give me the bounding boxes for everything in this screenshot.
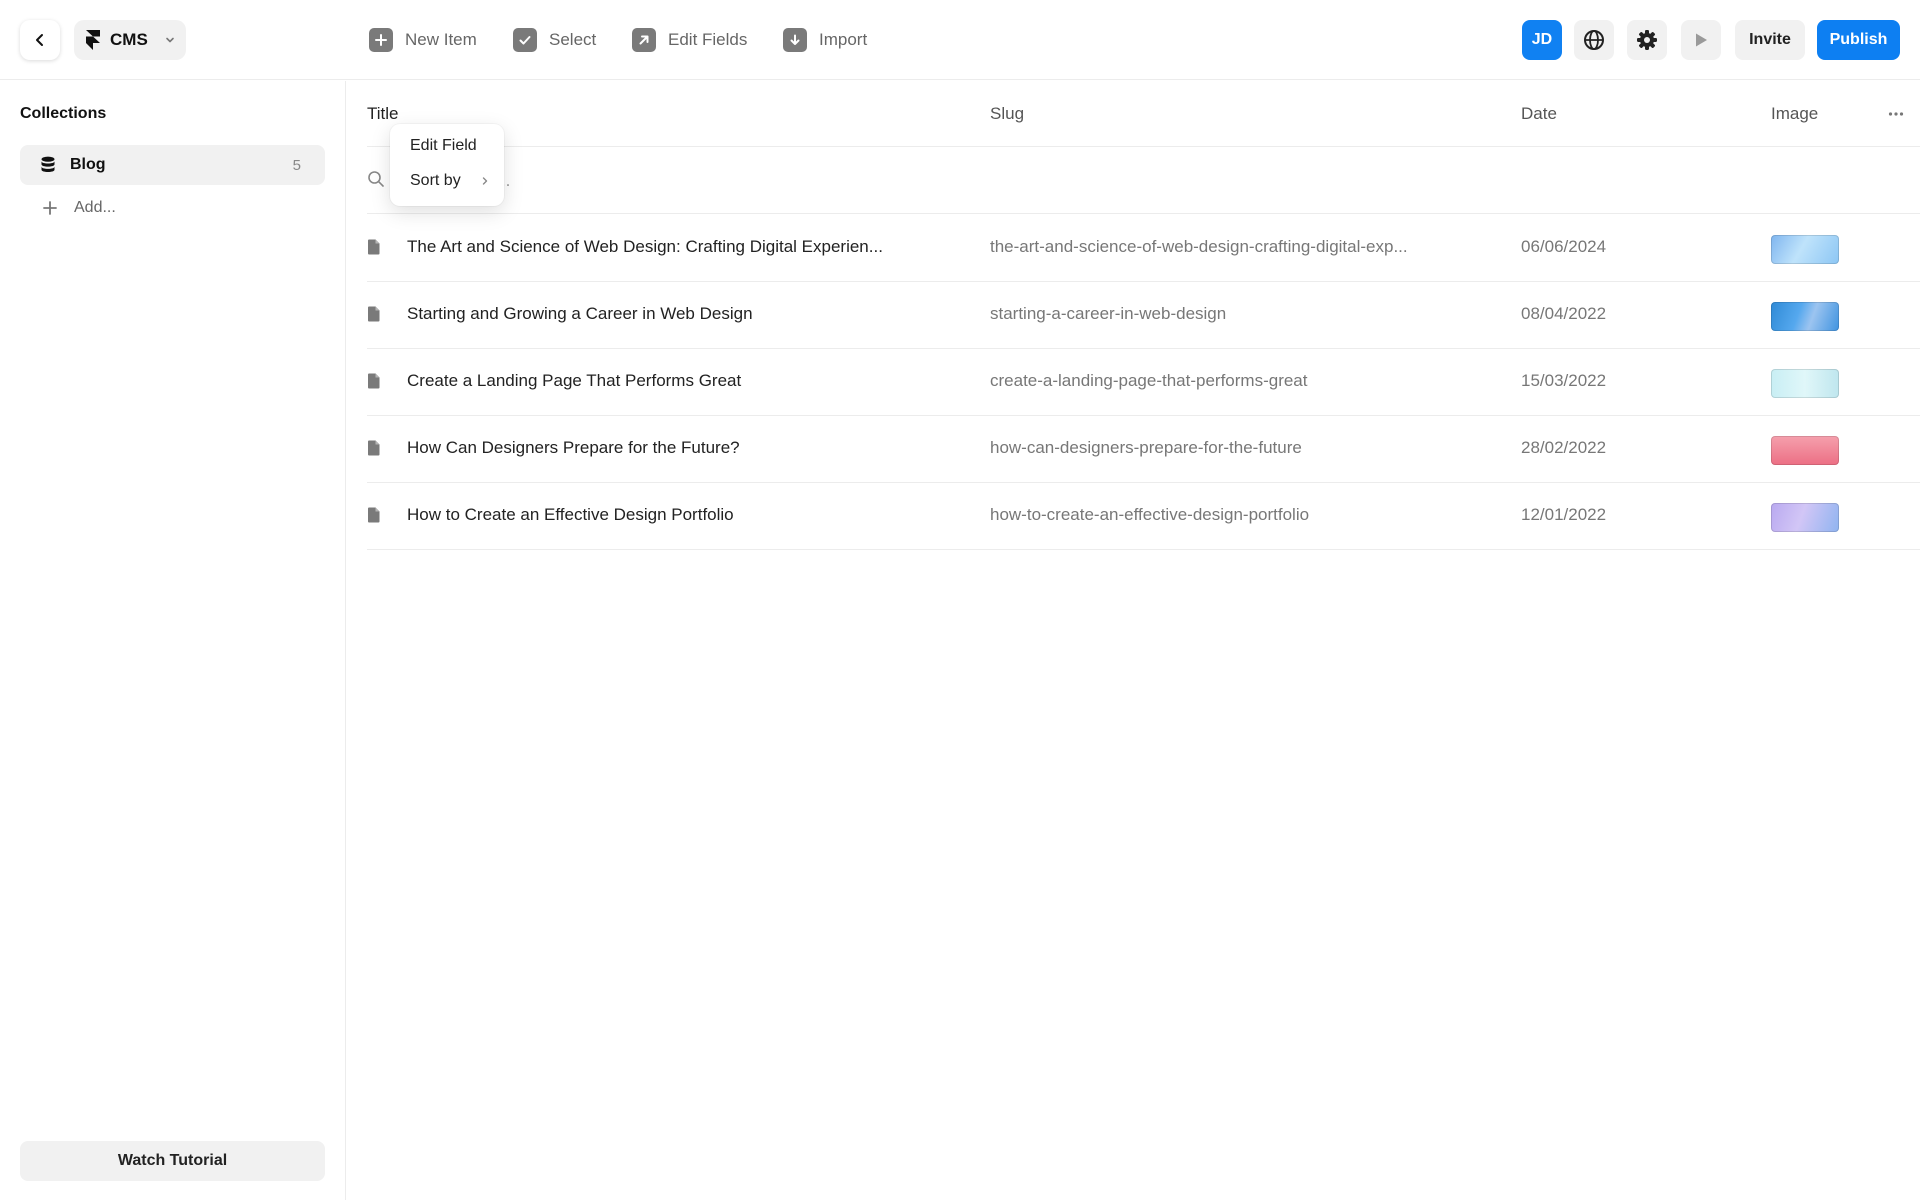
row-title: Create a Landing Page That Performs Grea… — [407, 371, 742, 390]
plus-icon — [369, 28, 393, 52]
table-row[interactable]: How to Create an Effective Design Portfo… — [367, 483, 1920, 550]
column-header-slug[interactable]: Slug — [990, 104, 1024, 124]
collections-heading: Collections — [20, 105, 107, 122]
sidebar-item-blog[interactable]: Blog 5 — [20, 145, 325, 185]
cms-table: Title Slug Date Image The Art and Scienc… — [347, 81, 1920, 1200]
row-slug: how-can-designers-prepare-for-the-future — [990, 438, 1302, 457]
add-collection-button[interactable]: Add... — [42, 196, 116, 220]
collection-count: 5 — [292, 156, 301, 174]
row-image-thumbnail — [1771, 369, 1839, 398]
table-row[interactable]: How Can Designers Prepare for the Future… — [367, 416, 1920, 483]
arrow-down-icon — [783, 28, 807, 52]
chevron-left-icon — [32, 32, 48, 48]
new-item-label: New Item — [405, 30, 477, 49]
new-item-button[interactable]: New Item — [369, 28, 477, 52]
avatar-initials: JD — [1531, 31, 1553, 48]
row-image-thumbnail — [1771, 235, 1839, 264]
invite-button[interactable]: Invite — [1735, 20, 1805, 60]
document-icon — [367, 440, 381, 456]
top-toolbar: CMS New Item Select Edit Fields Import J… — [0, 0, 1920, 80]
arrow-up-right-icon — [632, 28, 656, 52]
add-collection-label: Add... — [74, 199, 116, 216]
plus-icon — [42, 200, 58, 216]
table-row[interactable]: The Art and Science of Web Design: Craft… — [367, 215, 1920, 282]
preview-button[interactable] — [1681, 20, 1721, 60]
row-title: The Art and Science of Web Design: Craft… — [407, 237, 883, 256]
collection-name: Blog — [70, 156, 106, 173]
table-row[interactable]: Starting and Growing a Career in Web Des… — [367, 282, 1920, 349]
invite-label: Invite — [1749, 31, 1791, 48]
row-image-thumbnail — [1771, 302, 1839, 331]
project-menu-button[interactable]: CMS — [74, 20, 186, 60]
import-button[interactable]: Import — [783, 28, 867, 52]
row-date: 08/04/2022 — [1521, 304, 1607, 323]
table-header: Title Slug Date Image — [367, 81, 1920, 147]
column-header-date[interactable]: Date — [1521, 104, 1557, 124]
menu-item-sort-by[interactable]: Sort by — [410, 170, 490, 192]
watch-tutorial-button[interactable]: Watch Tutorial — [20, 1141, 325, 1181]
gear-icon — [1636, 29, 1658, 51]
edit-fields-label: Edit Fields — [668, 30, 748, 49]
globe-icon — [1583, 29, 1605, 51]
column-header-title[interactable]: Title — [367, 104, 399, 124]
database-icon — [40, 156, 56, 174]
row-image-thumbnail — [1771, 503, 1839, 532]
row-slug: create-a-landing-page-that-performs-grea… — [990, 371, 1308, 390]
back-button[interactable] — [20, 20, 60, 60]
sidebar: Collections Blog 5 Add... Watch Tutorial — [0, 81, 346, 1200]
row-date: 28/02/2022 — [1521, 438, 1607, 457]
select-button[interactable]: Select — [513, 28, 596, 52]
row-title: How to Create an Effective Design Portfo… — [407, 505, 734, 524]
select-label: Select — [549, 30, 597, 49]
row-slug: starting-a-career-in-web-design — [990, 304, 1227, 323]
edit-fields-button[interactable]: Edit Fields — [632, 28, 747, 52]
row-slug: how-to-create-an-effective-design-portfo… — [990, 505, 1310, 524]
column-context-menu: Edit Field Sort by — [390, 124, 504, 206]
row-date: 12/01/2022 — [1521, 505, 1607, 524]
row-date: 06/06/2024 — [1521, 237, 1607, 256]
publish-button[interactable]: Publish — [1817, 20, 1900, 60]
document-icon — [367, 507, 381, 523]
project-label: CMS — [110, 30, 148, 49]
framer-logo-icon — [86, 30, 100, 50]
chevron-down-icon — [164, 34, 176, 46]
chevron-right-icon — [480, 176, 490, 186]
more-horizontal-icon[interactable] — [1887, 105, 1905, 123]
search-icon — [367, 170, 385, 188]
row-image-thumbnail — [1771, 436, 1839, 465]
table-row[interactable]: Create a Landing Page That Performs Grea… — [367, 349, 1920, 416]
document-icon — [367, 373, 381, 389]
settings-button[interactable] — [1627, 20, 1667, 60]
language-button[interactable] — [1574, 20, 1614, 60]
publish-label: Publish — [1829, 31, 1888, 48]
row-slug: the-art-and-science-of-web-design-crafti… — [990, 237, 1408, 256]
avatar[interactable]: JD — [1522, 20, 1562, 60]
document-icon — [367, 306, 381, 322]
menu-item-edit-field[interactable]: Edit Field — [410, 135, 490, 157]
row-date: 15/03/2022 — [1521, 371, 1607, 390]
document-icon — [367, 239, 381, 255]
column-header-image[interactable]: Image — [1771, 104, 1818, 124]
menu-item-label: Edit Field — [410, 137, 477, 154]
import-label: Import — [819, 30, 868, 49]
search-row — [367, 148, 1920, 214]
row-title: How Can Designers Prepare for the Future… — [407, 438, 740, 457]
menu-item-label: Sort by — [410, 172, 461, 189]
check-icon — [513, 28, 537, 52]
watch-tutorial-label: Watch Tutorial — [117, 1152, 228, 1169]
play-icon — [1692, 31, 1710, 49]
row-title: Starting and Growing a Career in Web Des… — [407, 304, 753, 323]
